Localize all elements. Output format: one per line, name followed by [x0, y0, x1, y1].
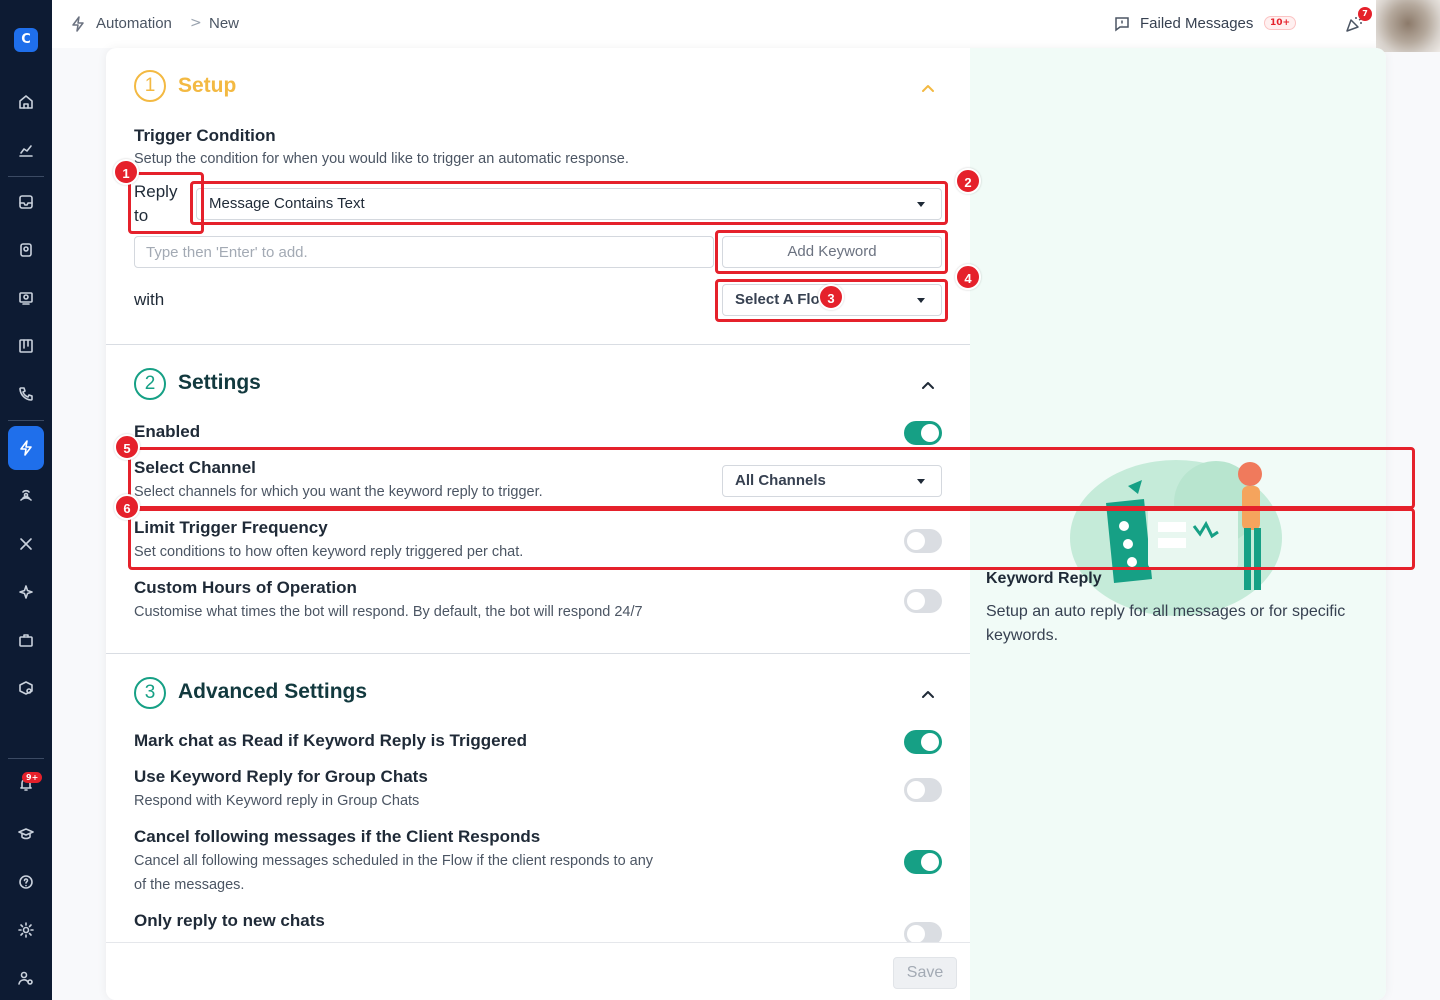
notification-badge: 9+	[22, 772, 43, 783]
reply-to-select[interactable]: Message Contains Text	[196, 188, 942, 220]
channel-select-value: All Channels	[735, 472, 826, 489]
app-logo[interactable]: C	[14, 28, 38, 52]
annotation-marker-4: 4	[955, 264, 981, 290]
failed-messages-link[interactable]: Failed Messages	[1140, 15, 1253, 32]
sidebar: C 9+	[0, 0, 52, 1000]
inbox-icon[interactable]	[12, 188, 40, 216]
mark-read-toggle[interactable]	[904, 730, 942, 754]
advanced-step-number: 3	[134, 677, 166, 709]
setup-step-number: 1	[134, 70, 166, 102]
group-chats-toggle[interactable]	[904, 778, 942, 802]
settings-icon[interactable]	[12, 916, 40, 944]
new-chats-title: Only reply to new chats	[134, 911, 325, 930]
chevron-down-icon	[917, 202, 925, 207]
settings-section-title: Settings	[178, 371, 261, 394]
academy-icon[interactable]	[12, 820, 40, 848]
with-label: with	[134, 290, 165, 309]
breadcrumb-separator: >	[190, 15, 202, 31]
cancel-following-desc-line2: of the messages.	[134, 877, 245, 893]
user-settings-icon[interactable]	[12, 964, 40, 992]
footer-bar: Save	[106, 942, 970, 1000]
flow-select-value: Select A Flo	[735, 291, 820, 308]
enabled-label: Enabled	[134, 422, 201, 441]
settings-step-number: 2	[134, 368, 166, 400]
breadcrumb-automation[interactable]: Automation	[96, 15, 172, 32]
trigger-condition-title: Trigger Condition	[134, 126, 276, 145]
mark-read-title: Mark chat as Read if Keyword Reply is Tr…	[134, 731, 528, 750]
enabled-toggle[interactable]	[904, 421, 942, 445]
advanced-collapse-chevron-icon[interactable]	[918, 684, 938, 704]
message-alert-icon[interactable]	[1114, 16, 1130, 32]
reply-to-select-value: Message Contains Text	[209, 195, 365, 212]
annotation-marker-1: 1	[113, 159, 139, 185]
cancel-following-title: Cancel following messages if the Client …	[134, 827, 541, 846]
info-panel-title: Keyword Reply	[986, 570, 1102, 587]
save-button[interactable]: Save	[893, 957, 957, 989]
advanced-section-title: Advanced Settings	[178, 680, 368, 703]
limit-frequency-toggle[interactable]	[904, 529, 942, 553]
reply-to-label-line1: Reply	[134, 182, 178, 201]
broadcast-icon[interactable]	[12, 284, 40, 312]
cancel-following-toggle[interactable]	[904, 850, 942, 874]
user-avatar[interactable]	[1376, 0, 1440, 52]
limit-frequency-desc: Set conditions to how often keyword repl…	[134, 544, 524, 560]
limit-frequency-title: Limit Trigger Frequency	[134, 518, 328, 537]
help-icon[interactable]	[12, 868, 40, 896]
signal-icon[interactable]	[12, 480, 40, 508]
custom-hours-toggle[interactable]	[904, 589, 942, 613]
reply-to-label-line2: to	[134, 206, 149, 225]
group-chats-desc: Respond with Keyword reply in Group Chat…	[134, 793, 420, 809]
annotation-marker-6: 6	[114, 494, 140, 520]
custom-hours-desc: Customise what times the bot will respon…	[134, 604, 643, 620]
chevron-down-icon	[917, 479, 925, 484]
annotation-marker-2: 2	[955, 168, 981, 194]
chevron-down-icon	[917, 298, 925, 303]
trigger-condition-desc: Setup the condition for when you would l…	[134, 151, 629, 167]
automation-breadcrumb-icon	[70, 16, 86, 32]
automation-icon[interactable]	[8, 426, 44, 470]
select-channel-title: Select Channel	[134, 458, 256, 477]
contacts-icon[interactable]	[12, 236, 40, 264]
setup-collapse-chevron-icon[interactable]	[918, 78, 938, 98]
announcements-badge: 7	[1358, 7, 1372, 21]
board-icon[interactable]	[12, 332, 40, 360]
cancel-following-desc-line1: Cancel all following messages scheduled …	[134, 853, 654, 869]
info-panel-desc: Setup an auto reply for all messages or …	[986, 603, 1346, 644]
phone-icon[interactable]	[12, 380, 40, 408]
settings-collapse-chevron-icon[interactable]	[918, 375, 938, 395]
channel-select[interactable]: All Channels	[722, 465, 942, 497]
sparkle-icon[interactable]	[12, 578, 40, 606]
top-bar: Automation > New Failed Messages 10+ 7	[52, 0, 1440, 52]
annotation-marker-5: 5	[114, 434, 140, 460]
briefcase-icon[interactable]	[12, 626, 40, 654]
analytics-icon[interactable]	[12, 136, 40, 164]
failed-messages-badge: 10+	[1264, 16, 1297, 30]
automation-editor-card: 1 Setup Trigger Condition Setup the cond…	[106, 48, 1386, 1000]
setup-section-title: Setup	[178, 74, 237, 97]
keyword-reply-illustration	[1070, 460, 1282, 616]
select-channel-desc: Select channels for which you want the k…	[134, 484, 543, 500]
tools-icon[interactable]	[12, 530, 40, 558]
group-chats-title: Use Keyword Reply for Group Chats	[134, 767, 428, 786]
home-icon[interactable]	[12, 88, 40, 116]
package-settings-icon[interactable]	[12, 674, 40, 702]
custom-hours-title: Custom Hours of Operation	[134, 578, 357, 597]
annotation-marker-3: 3	[818, 284, 844, 310]
breadcrumb-current: New	[209, 15, 240, 32]
add-keyword-button[interactable]: Add Keyword	[722, 236, 942, 268]
keyword-input[interactable]	[134, 236, 714, 268]
